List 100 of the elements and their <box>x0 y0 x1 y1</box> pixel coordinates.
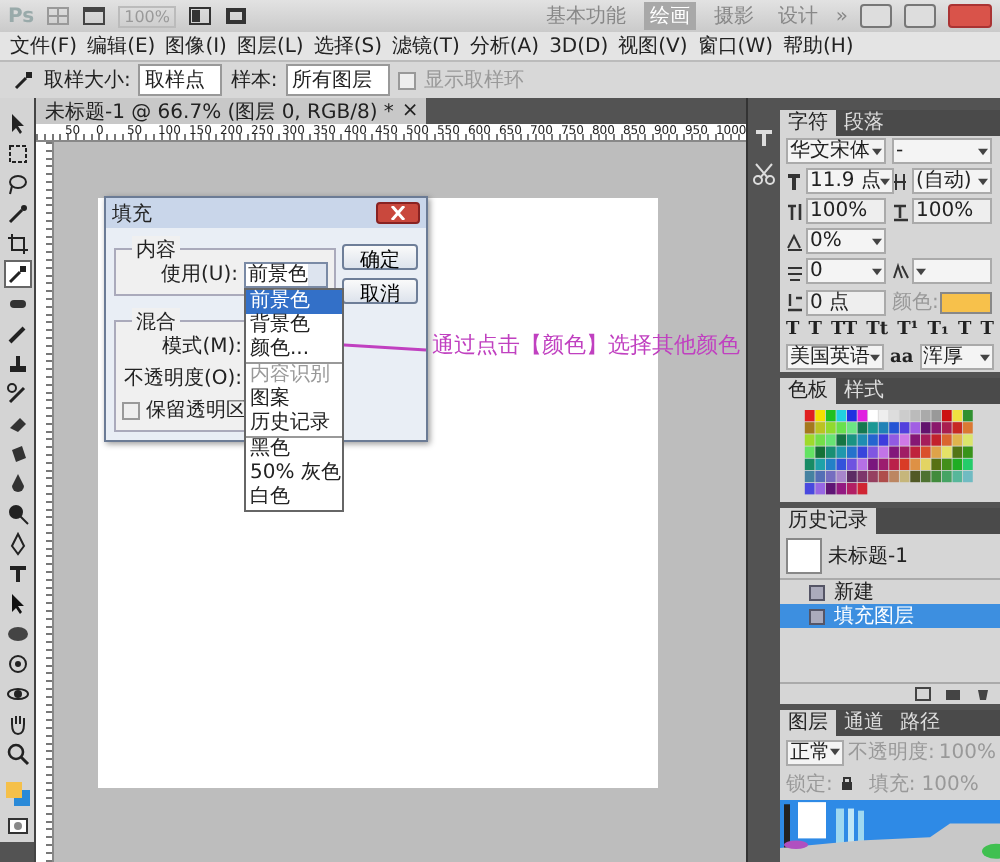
close-tab-button[interactable]: × <box>401 100 419 122</box>
panel-tab[interactable]: 色板 <box>780 378 836 404</box>
dropdown-option[interactable]: 前景色 <box>246 289 342 313</box>
panel-tab[interactable]: 图层 <box>780 710 836 736</box>
antialias-icon: aa <box>890 347 914 367</box>
checkbox[interactable] <box>122 401 140 419</box>
menu-item[interactable]: 编辑(E) <box>87 32 156 60</box>
rotate-tool-icon[interactable] <box>3 650 32 678</box>
marquee-tool-icon[interactable] <box>3 140 32 168</box>
leading-icon <box>892 171 910 191</box>
panel-tab[interactable]: 字符 <box>780 110 836 136</box>
caret-icon <box>830 748 840 756</box>
menu-item[interactable]: 分析(A) <box>469 32 540 60</box>
dialog-button[interactable]: 取消 <box>342 278 418 304</box>
input-field[interactable]: 0 点 <box>806 289 886 315</box>
history-item[interactable]: 新建 <box>780 580 1000 604</box>
layout-icon[interactable] <box>187 6 212 26</box>
blend-mode-dropdown[interactable]: 正常 <box>786 739 844 765</box>
caret-icon <box>978 147 988 155</box>
panel-tab[interactable]: 通道 <box>836 710 892 736</box>
window-icon[interactable] <box>82 6 107 26</box>
dropdown[interactable]: (自动) <box>912 168 992 194</box>
text-style-button[interactable]: T <box>786 320 800 340</box>
scissors-icon[interactable] <box>752 162 777 186</box>
vertical-scale-icon <box>786 201 804 221</box>
zoom-tool-icon[interactable] <box>3 740 32 768</box>
caret-icon <box>980 353 990 361</box>
menu-item[interactable]: 文件(F) <box>10 32 78 60</box>
document-icon[interactable] <box>914 686 932 702</box>
menu-item[interactable]: 窗口(W) <box>697 32 773 60</box>
dropdown-option[interactable]: 白色 <box>246 485 342 509</box>
antialias-dropdown[interactable]: 浑厚 <box>919 344 994 370</box>
snapshot-label[interactable]: 未标题-1 <box>828 542 908 570</box>
trash-icon[interactable] <box>974 686 992 702</box>
dropdown[interactable]: 0 <box>806 258 886 284</box>
text-style-button[interactable]: TT <box>831 320 858 340</box>
dropdown-option[interactable]: 颜色... <box>246 337 342 361</box>
baseline-icon <box>786 292 804 312</box>
menu-item[interactable]: 滤镜(T) <box>391 32 460 60</box>
text-style-button[interactable]: T₁ <box>927 320 949 340</box>
preserve-label: 保留透明区 <box>146 397 246 424</box>
sample-size-dropdown[interactable]: 取样点 <box>138 64 223 96</box>
dropdown[interactable]: 华文宋体 <box>786 138 886 164</box>
lasso-tool-icon[interactable] <box>3 170 32 198</box>
dropdown-option[interactable]: 黑色 <box>246 437 342 461</box>
menu-item[interactable]: 图像(I) <box>165 32 227 60</box>
dropdown-option[interactable]: 50% 灰色 <box>246 461 342 485</box>
lock-label: 锁定: <box>786 771 833 798</box>
text-style-button[interactable]: T <box>980 320 994 340</box>
restore-button[interactable] <box>904 4 936 28</box>
quick-mask-icon[interactable] <box>7 818 28 834</box>
eyedropper-tool-icon[interactable] <box>3 260 32 288</box>
color-swatch[interactable] <box>940 291 992 313</box>
sample-dropdown[interactable]: 所有图层 <box>285 64 390 96</box>
input-field[interactable]: 100% <box>806 198 886 224</box>
dropdown[interactable]: 11.9 点 <box>806 168 895 194</box>
dropdown-option[interactable]: 背景色 <box>246 313 342 337</box>
screen-mode-icon[interactable] <box>223 6 248 26</box>
text-style-button[interactable]: T <box>808 320 822 340</box>
panel-tab[interactable]: 历史记录 <box>780 508 876 534</box>
crop-tool-icon[interactable] <box>3 230 32 258</box>
triangle-icon <box>786 231 804 251</box>
lock-icon[interactable] <box>838 776 857 792</box>
snapshot-thumbnail[interactable] <box>786 538 822 574</box>
dodge-tool-icon[interactable] <box>3 500 32 528</box>
text-style-button[interactable]: T <box>958 320 972 340</box>
dropdown-option[interactable]: 历史记录 <box>246 411 342 435</box>
mode-label: 模式(M): <box>160 333 242 360</box>
wand-tool-icon[interactable] <box>3 200 32 228</box>
text-style-button[interactable]: T¹ <box>897 320 919 340</box>
panel-tab[interactable]: 路径 <box>892 710 948 736</box>
menu-item[interactable]: 选择(S) <box>313 32 382 60</box>
menu-item[interactable]: 图层(L) <box>236 32 304 60</box>
panel-tab[interactable]: 段落 <box>836 110 892 136</box>
caret-icon <box>872 267 882 275</box>
dropdown-option[interactable]: 图案 <box>246 387 342 411</box>
close-button[interactable] <box>376 202 420 224</box>
opacity-label: 不透明度(O): <box>122 365 242 392</box>
fill-label: 填充: <box>868 771 916 798</box>
dialog-button[interactable]: 确定 <box>342 244 418 270</box>
caret-icon <box>872 147 882 155</box>
eyedropper-icon[interactable] <box>12 70 36 90</box>
panel-tab[interactable]: 样式 <box>836 378 892 404</box>
camera-icon[interactable] <box>944 686 962 702</box>
color-label: 颜色: <box>892 289 939 316</box>
input-field[interactable]: 100% <box>912 198 992 224</box>
minimize-button[interactable] <box>860 4 892 28</box>
opacity-label: 不透明度: <box>848 739 935 766</box>
menu-item[interactable]: 3D(D) <box>549 35 609 57</box>
color-swatches-icon[interactable] <box>3 778 32 810</box>
menu-item[interactable]: 视图(V) <box>618 32 688 60</box>
character-icon[interactable] <box>752 126 777 150</box>
show-ring-label: 显示取样环 <box>423 67 524 94</box>
dropdown[interactable]: - <box>892 138 992 164</box>
menu-item[interactable]: 帮助(H) <box>783 32 854 60</box>
group-legend: 内容 <box>132 236 180 264</box>
text-style-button[interactable]: Tt <box>866 320 889 340</box>
document-tab[interactable]: 未标题-1 @ 66.7% (图层 0, RGB/8) * × <box>36 98 427 124</box>
language-dropdown[interactable]: 美国英语 <box>786 344 884 370</box>
dropdown[interactable]: 0% <box>806 228 886 254</box>
